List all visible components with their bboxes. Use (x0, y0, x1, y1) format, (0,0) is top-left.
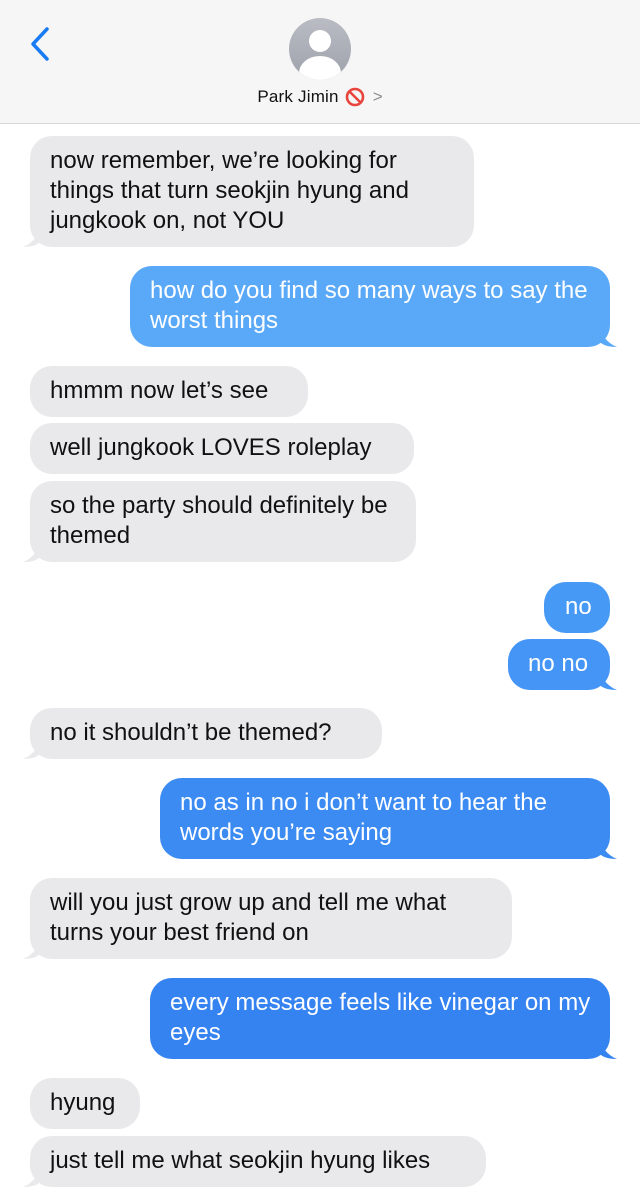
message-text: no (565, 593, 592, 620)
back-button[interactable] (20, 24, 60, 64)
avatar-shoulders-shape (299, 56, 341, 80)
message-text: so the party should definitely be themed (50, 492, 388, 549)
back-chevron-icon (31, 27, 49, 61)
message-text: will you just grow up and tell me what t… (50, 889, 447, 946)
incoming-message[interactable]: hmmm now let’s see (30, 366, 308, 417)
message-text: no as in no i don’t want to hear the wor… (180, 789, 547, 846)
message-text: now remember, we’re looking for things t… (50, 147, 409, 234)
outgoing-message[interactable]: no no (508, 639, 617, 690)
bubble-tail-icon (599, 1037, 617, 1059)
bubble-tail-icon (599, 325, 617, 347)
bubble-tail-icon (23, 225, 41, 247)
incoming-message[interactable]: just tell me what seokjin hyung likes (23, 1136, 486, 1187)
incoming-message[interactable]: now remember, we’re looking for things t… (23, 136, 474, 247)
incoming-message[interactable]: will you just grow up and tell me what t… (23, 878, 512, 959)
incoming-message[interactable]: hyung (30, 1078, 140, 1129)
message-text: hmmm now let’s see (50, 377, 269, 404)
bubble-tail-icon (23, 737, 41, 759)
bubble-tail-icon (599, 837, 617, 859)
message-text: no no (528, 650, 589, 677)
bubble-tail-icon (23, 937, 41, 959)
contact-name-button[interactable]: Park Jimin > (0, 84, 640, 110)
outgoing-message[interactable]: how do you find so many ways to say the … (130, 266, 617, 347)
message-text: just tell me what seokjin hyung likes (50, 1147, 431, 1174)
message-text: how do you find so many ways to say the … (150, 277, 588, 334)
chevron-right-icon: > (372, 87, 383, 106)
incoming-message[interactable]: no it shouldn’t be themed? (23, 708, 382, 759)
bubble-tail-icon (23, 540, 41, 562)
message-text: well jungkook LOVES roleplay (50, 434, 372, 461)
incoming-message[interactable]: well jungkook LOVES roleplay (30, 423, 414, 474)
message-text: hyung (50, 1089, 116, 1116)
outgoing-message[interactable]: every message feels like vinegar on my e… (150, 978, 617, 1059)
message-text: every message feels like vinegar on my e… (170, 989, 591, 1046)
bubble-tail-icon (599, 668, 617, 690)
no-entry-icon (345, 87, 365, 107)
conversation-header: Park Jimin > (0, 0, 640, 124)
avatar-head-shape (309, 30, 331, 52)
bubble-tail-icon (23, 1165, 41, 1187)
incoming-message[interactable]: so the party should definitely be themed (23, 481, 416, 562)
message-text: no it shouldn’t be themed? (50, 719, 332, 746)
contact-avatar-icon[interactable] (289, 18, 351, 80)
outgoing-message[interactable]: no as in no i don’t want to hear the wor… (160, 778, 617, 859)
outgoing-message[interactable]: no (544, 582, 610, 633)
contact-name: Park Jimin (257, 87, 339, 106)
